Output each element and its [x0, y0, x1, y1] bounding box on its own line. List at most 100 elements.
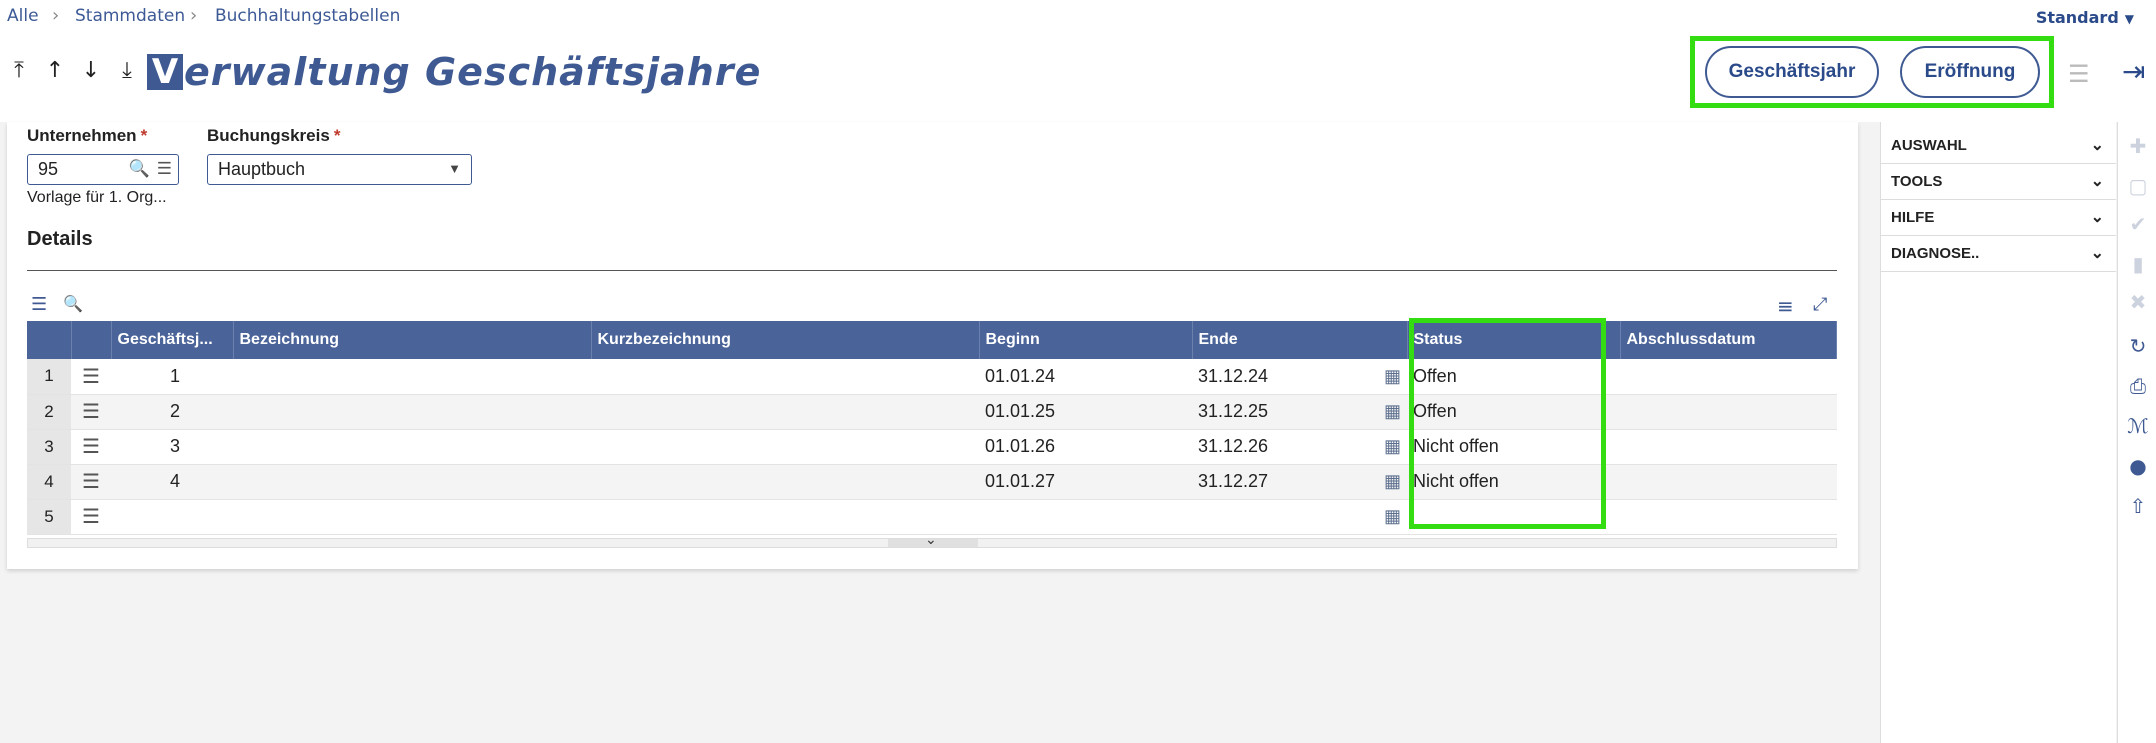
column-header-closing-date[interactable]: Abschlussdatum: [1620, 321, 1837, 359]
row-menu-icon[interactable]: ☰: [71, 359, 111, 395]
print-icon[interactable]: ⎙: [2126, 374, 2150, 398]
row-menu-icon[interactable]: ☰: [71, 499, 111, 535]
cell-closing-date[interactable]: [1620, 359, 1837, 395]
booking-area-label: Buchungskreis *: [207, 126, 341, 145]
table-menu-icon[interactable]: ☰: [31, 294, 47, 315]
cell-fiscal-year[interactable]: 1: [111, 359, 233, 395]
cell-fiscal-year[interactable]: 2: [111, 394, 233, 430]
fullscreen-icon[interactable]: ⤢: [1813, 294, 1827, 315]
cell-end[interactable]: 31.12.26 ▦: [1192, 429, 1407, 465]
row-menu-icon[interactable]: ☰: [71, 464, 111, 500]
cell-closing-date[interactable]: [1620, 464, 1837, 500]
cell-end[interactable]: 31.12.24 ▦: [1192, 359, 1407, 395]
cell-closing-date[interactable]: [1620, 429, 1837, 465]
row-menu-icon[interactable]: ☰: [71, 394, 111, 430]
row-menu-icon[interactable]: ☰: [71, 429, 111, 465]
cell-fiscal-year[interactable]: 3: [111, 429, 233, 465]
cell-closing-date[interactable]: [1620, 499, 1837, 535]
calendar-icon[interactable]: ▦: [1384, 471, 1401, 492]
layers-icon[interactable]: ≡: [1777, 294, 1794, 318]
right-toolbar: ✚ ▢ ✔ ▮ ✖ ↻ ⎙ ℳ ● ⇧: [2117, 122, 2156, 743]
column-header-rownum: [27, 321, 72, 359]
accordion-auswahl[interactable]: AUSWAHL ⌄: [1881, 128, 2116, 164]
cell-begin[interactable]: 01.01.27: [979, 464, 1192, 500]
export-icon[interactable]: ⇧: [2126, 494, 2150, 518]
list-icon[interactable]: ☰: [157, 155, 172, 183]
cell-short-description[interactable]: [591, 464, 979, 500]
cell-end[interactable]: ▦: [1192, 499, 1407, 535]
row-number: 5: [27, 499, 71, 535]
refresh-icon[interactable]: ↻: [2126, 334, 2150, 358]
cell-description[interactable]: [233, 499, 591, 535]
menu-icon[interactable]: ☰: [2068, 60, 2090, 88]
attachment-icon[interactable]: ℳ: [2126, 414, 2150, 438]
chevron-down-icon: ⌄: [2090, 173, 2104, 190]
column-header-begin[interactable]: Beginn: [979, 321, 1193, 359]
next-record-icon[interactable]: ↓: [80, 58, 102, 83]
delete-icon[interactable]: ▮: [2126, 252, 2150, 276]
row-number: 4: [27, 464, 71, 500]
chevron-down-icon[interactable]: ⌄: [925, 532, 937, 548]
column-header-description[interactable]: Bezeichnung: [233, 321, 592, 359]
right-side-panel: AUSWAHL ⌄ TOOLS ⌄ HILFE ⌄ DIAGNOSE.. ⌄: [1880, 122, 2116, 743]
add-icon[interactable]: ✚: [2126, 134, 2150, 158]
details-title: Details: [27, 228, 93, 250]
divider: [27, 270, 1837, 271]
cell-description[interactable]: [233, 394, 591, 430]
cell-end[interactable]: 31.12.27 ▦: [1192, 464, 1407, 500]
layout-selector-label: Standard: [2035, 8, 2119, 27]
breadcrumb-separator-icon: ›: [52, 5, 60, 26]
cell-fiscal-year[interactable]: [111, 499, 233, 535]
cell-begin[interactable]: 01.01.26: [979, 429, 1192, 465]
row-number: 3: [27, 429, 71, 465]
highlight-box-header-buttons: [1690, 36, 2054, 108]
accordion-tools[interactable]: TOOLS ⌄: [1881, 164, 2116, 200]
breadcrumb-buchhaltungstabellen[interactable]: Buchhaltungstabellen: [215, 6, 400, 26]
cell-fiscal-year[interactable]: 4: [111, 464, 233, 500]
column-header-end[interactable]: Ende: [1192, 321, 1408, 359]
horizontal-scrollbar[interactable]: ⌄: [27, 532, 1837, 548]
cell-description[interactable]: [233, 464, 591, 500]
column-header-short-description[interactable]: Kurzbezeichnung: [591, 321, 980, 359]
cell-begin[interactable]: 01.01.25: [979, 394, 1192, 430]
breadcrumb-alle[interactable]: Alle: [7, 6, 39, 26]
close-icon[interactable]: ✖: [2126, 290, 2150, 314]
cell-closing-date[interactable]: [1620, 394, 1837, 430]
company-field[interactable]: 95 🔍 ☰: [27, 154, 179, 185]
table-search-icon[interactable]: 🔍: [63, 294, 83, 313]
calendar-icon[interactable]: ▦: [1384, 506, 1401, 527]
cell-begin[interactable]: 01.01.24: [979, 359, 1192, 395]
dropdown-arrow-icon: ▼: [448, 161, 461, 176]
cell-description[interactable]: [233, 359, 591, 395]
cell-end[interactable]: 31.12.25 ▦: [1192, 394, 1407, 430]
cell-short-description[interactable]: [591, 394, 979, 430]
check-icon[interactable]: ✔: [2126, 212, 2150, 236]
cell-short-description[interactable]: [591, 429, 979, 465]
accordion-hilfe[interactable]: HILFE ⌄: [1881, 200, 2116, 236]
save-icon[interactable]: ▢: [2126, 174, 2150, 198]
booking-area-value: Hauptbuch: [218, 159, 306, 179]
search-icon[interactable]: 🔍: [129, 155, 150, 183]
logout-icon[interactable]: ⇥: [2122, 55, 2145, 88]
page-title: erwaltung Geschäftsjahre: [184, 50, 762, 94]
calendar-icon[interactable]: ▦: [1384, 366, 1401, 387]
chevron-down-icon: ⌄: [2090, 209, 2104, 226]
cell-begin[interactable]: [979, 499, 1192, 535]
layout-selector[interactable]: Standard ▼: [2036, 8, 2134, 27]
cell-short-description[interactable]: [591, 359, 979, 395]
booking-area-select[interactable]: Hauptbuch ▼: [207, 154, 472, 185]
record-navigation: ⤒ ↑ ↓ ⤓: [8, 58, 138, 83]
cell-description[interactable]: [233, 429, 591, 465]
breadcrumb-stammdaten[interactable]: Stammdaten: [75, 6, 185, 26]
row-number: 2: [27, 394, 71, 430]
first-record-icon[interactable]: ⤒: [8, 58, 30, 83]
accordion-diagnose[interactable]: DIAGNOSE.. ⌄: [1881, 236, 2116, 272]
cell-short-description[interactable]: [591, 499, 979, 535]
previous-record-icon[interactable]: ↑: [44, 58, 66, 83]
column-header-fiscal-year[interactable]: Geschäftsj...: [111, 321, 234, 359]
calendar-icon[interactable]: ▦: [1384, 401, 1401, 422]
last-record-icon[interactable]: ⤓: [116, 58, 138, 83]
title-logo: V: [147, 54, 183, 90]
calendar-icon[interactable]: ▦: [1384, 436, 1401, 457]
comment-icon[interactable]: ●: [2126, 454, 2150, 478]
